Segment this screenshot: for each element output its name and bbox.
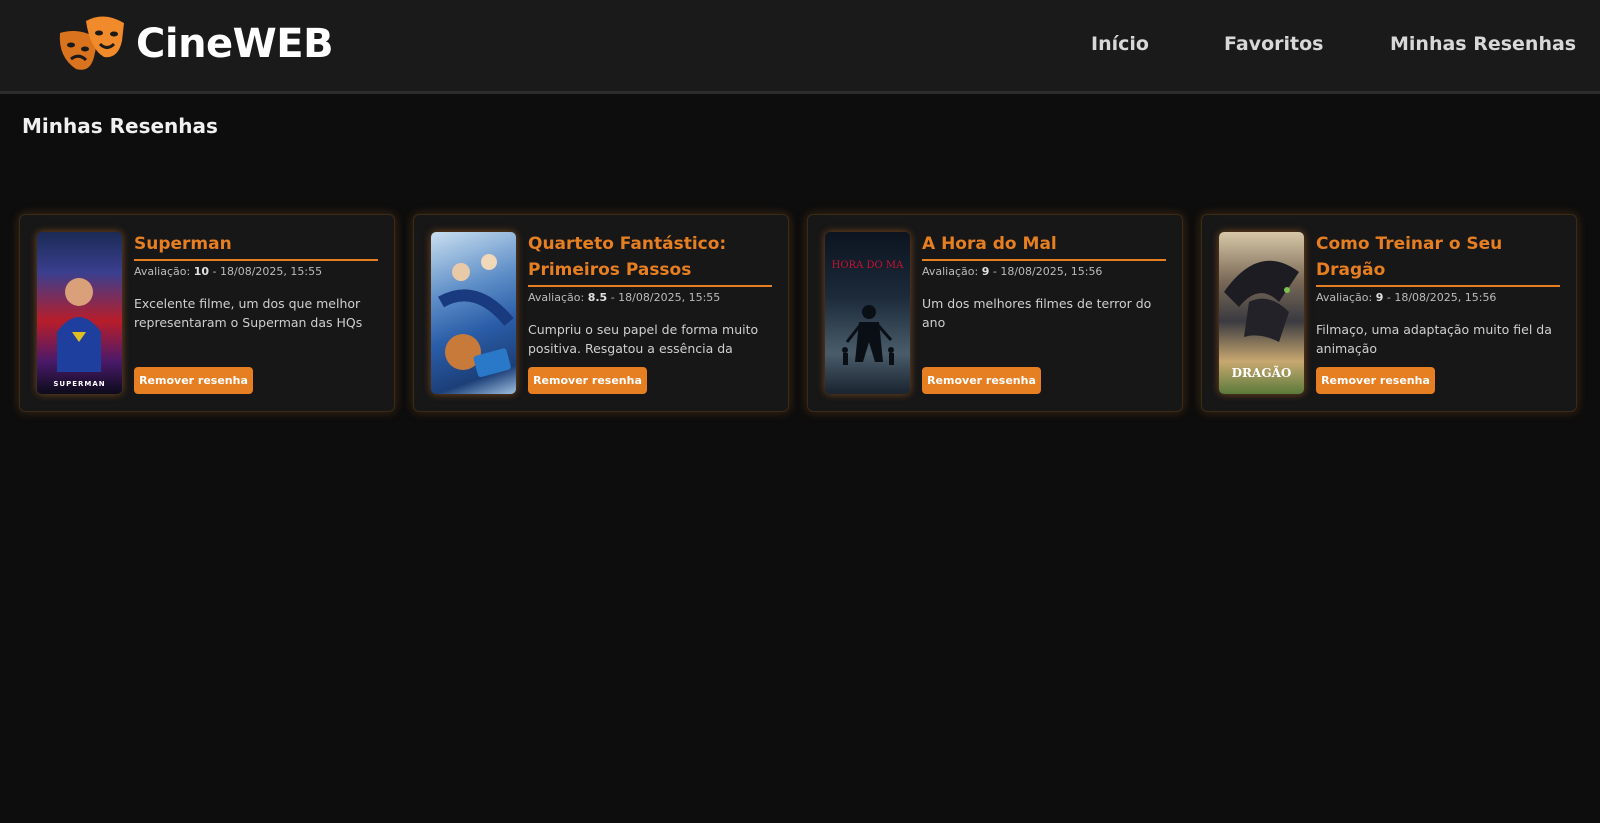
nav-link-minhas-resenhas[interactable]: Minhas Resenhas <box>1390 33 1576 55</box>
review-card: Quarteto Fantástico: Primeiros Passos Av… <box>413 214 789 412</box>
review-info: Superman Avaliação: 10 - 18/08/2025, 15:… <box>134 231 378 334</box>
movie-poster: HORA DO MA <box>825 232 910 394</box>
review-meta: Avaliação: 10 - 18/08/2025, 15:55 <box>134 264 378 280</box>
review-card: HORA DO MA A Hora do Mal Avaliação: 9 - … <box>807 214 1183 412</box>
review-info: Quarteto Fantástico: Primeiros Passos Av… <box>528 231 772 358</box>
review-meta: Avaliação: 8.5 - 18/08/2025, 15:55 <box>528 290 772 306</box>
review-card: DRAGÃO Como Treinar o Seu Dragão Avaliaç… <box>1201 214 1577 412</box>
movie-poster: SUPERMAN <box>37 232 122 394</box>
movie-title: Quarteto Fantástico: Primeiros Passos <box>528 231 772 287</box>
nav-link-inicio[interactable]: Início <box>1091 33 1149 55</box>
brand-name: CineWEB <box>136 21 334 67</box>
review-info: A Hora do Mal Avaliação: 9 - 18/08/2025,… <box>922 231 1166 334</box>
theater-masks-icon <box>59 16 124 70</box>
review-meta: Avaliação: 9 - 18/08/2025, 15:56 <box>922 264 1166 280</box>
review-text: Filmaço, uma adaptação muito fiel da ani… <box>1316 322 1552 356</box>
review-info: Como Treinar o Seu Dragão Avaliação: 9 -… <box>1316 231 1560 360</box>
rating-value: 9 <box>981 265 990 278</box>
rating-label: Avaliação: <box>134 265 191 278</box>
poster-caption: SUPERMAN <box>53 380 106 388</box>
review-date: - 18/08/2025, 15:56 <box>1386 291 1497 304</box>
poster-caption: DRAGÃO <box>1231 366 1292 380</box>
nav-link-favoritos[interactable]: Favoritos <box>1224 33 1323 55</box>
movie-title: Superman <box>134 231 378 261</box>
brand-logo[interactable]: CineWEB <box>56 13 334 75</box>
review-text: Um dos melhores filmes de terror do ano <box>922 296 1152 330</box>
review-text: Cumpriu o seu papel de forma muito posit… <box>528 322 759 356</box>
movie-poster: DRAGÃO <box>1219 232 1304 394</box>
review-meta: Avaliação: 9 - 18/08/2025, 15:56 <box>1316 290 1560 306</box>
review-text: Excelente filme, um dos que melhor repre… <box>134 296 363 330</box>
rating-label: Avaliação: <box>1316 291 1373 304</box>
movie-title: A Hora do Mal <box>922 231 1166 261</box>
remove-review-button[interactable]: Remover resenha <box>134 367 253 394</box>
review-date: - 18/08/2025, 15:55 <box>610 291 721 304</box>
top-navbar: CineWEB Início Favoritos Minhas Resenhas <box>0 0 1600 94</box>
page-title: Minhas Resenhas <box>22 114 218 138</box>
review-card: SUPERMAN Superman Avaliação: 10 - 18/08/… <box>19 214 395 412</box>
remove-review-button[interactable]: Remover resenha <box>922 367 1041 394</box>
remove-review-button[interactable]: Remover resenha <box>1316 367 1435 394</box>
rating-value: 10 <box>193 265 210 278</box>
rating-value: 8.5 <box>587 291 608 304</box>
review-date: - 18/08/2025, 15:55 <box>212 265 323 278</box>
movie-poster <box>431 232 516 394</box>
rating-label: Avaliação: <box>528 291 585 304</box>
movie-title: Como Treinar o Seu Dragão <box>1316 231 1560 287</box>
review-date: - 18/08/2025, 15:56 <box>992 265 1103 278</box>
rating-value: 9 <box>1375 291 1384 304</box>
remove-review-button[interactable]: Remover resenha <box>528 367 647 394</box>
rating-label: Avaliação: <box>922 265 979 278</box>
